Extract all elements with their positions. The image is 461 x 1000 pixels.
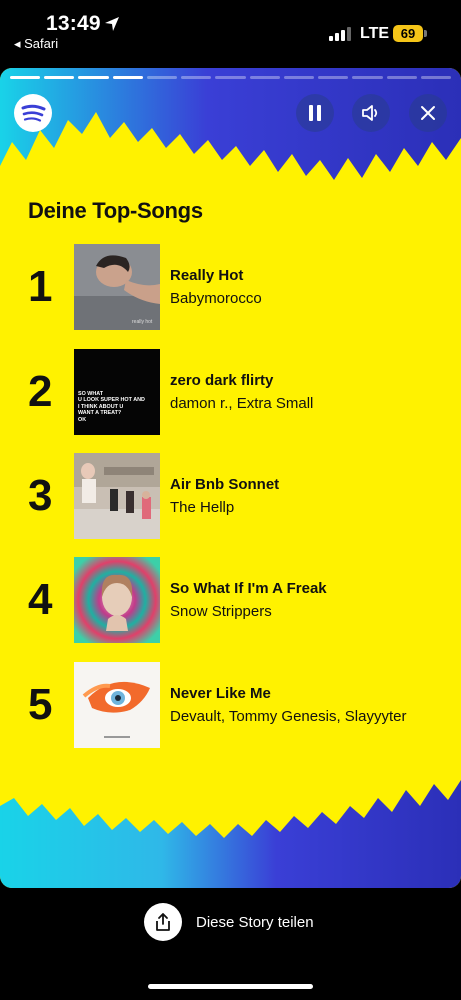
progress-segment: [249, 76, 280, 79]
sound-button[interactable]: [352, 94, 390, 132]
song-artist: Devault, Tommy Genesis, Slayyyter: [170, 708, 407, 725]
speaker-icon: [362, 105, 378, 121]
share-icon: [156, 913, 170, 931]
location-arrow-icon: [105, 17, 119, 31]
pause-icon: [309, 105, 321, 121]
list-item: 5 Never Like Me Devault, Tommy Genesis, …: [0, 662, 461, 748]
song-title: So What If I'm A Freak: [170, 580, 327, 597]
progress-segment: [215, 76, 246, 79]
battery-level: 69: [393, 25, 423, 42]
song-title: Air Bnb Sonnet: [170, 476, 280, 493]
list-item: 3 Air Bnb Sonnet The Hellp: [0, 453, 461, 539]
back-to-safari-link[interactable]: ◂ Safari: [14, 36, 58, 52]
song-rank: 2: [28, 367, 53, 416]
status-time: 13:49: [46, 12, 101, 35]
progress-segment: [181, 76, 212, 79]
bottom-zigzag-decoration: [0, 780, 461, 888]
album-cover: really hot: [74, 244, 160, 330]
list-item: 4 So What If I'm A Freak Snow Strippers: [0, 557, 461, 643]
song-title: Really Hot: [170, 267, 244, 284]
song-artist: Snow Strippers: [170, 603, 272, 620]
pause-button[interactable]: [296, 94, 334, 132]
list-item: 2 SO WHAT U LOOK SUPER HOT AND I THINK A…: [0, 349, 461, 435]
song-artist: Babymorocco: [170, 290, 262, 307]
song-title: zero dark flirty: [170, 372, 274, 389]
song-artist: The Hellp: [170, 499, 235, 516]
cover-caption: SO WHAT U LOOK SUPER HOT AND I THINK ABO…: [78, 391, 145, 423]
cover-caption: really hot: [132, 319, 153, 325]
progress-segment: [10, 76, 41, 79]
progress-segment: [386, 76, 417, 79]
cellular-signal-icon: [329, 27, 351, 41]
share-story-label[interactable]: Diese Story teilen: [196, 914, 314, 931]
close-button[interactable]: [409, 94, 447, 132]
progress-segment: [44, 76, 75, 79]
album-cover: SO WHAT U LOOK SUPER HOT AND I THINK ABO…: [74, 349, 160, 435]
close-icon: [421, 106, 435, 120]
story-card[interactable]: Deine Top-Songs 1 really hot Really Hot …: [0, 68, 461, 888]
song-rank: 5: [28, 680, 53, 729]
progress-segment: [283, 76, 315, 79]
song-artist: damon r., Extra Small: [170, 395, 314, 412]
progress-segment: [352, 76, 383, 79]
album-cover: [74, 557, 160, 643]
progress-segment: [420, 76, 452, 79]
progress-segment: [146, 76, 178, 79]
spotify-icon: [21, 104, 46, 122]
status-bar: 13:49 ◂ Safari LTE 69: [0, 0, 461, 60]
spotify-logo: [14, 94, 52, 132]
album-cover: [74, 662, 160, 748]
share-bar: Diese Story teilen: [0, 888, 461, 1000]
share-button[interactable]: [144, 903, 182, 941]
battery-tip: [424, 30, 427, 37]
song-rank: 3: [28, 471, 53, 520]
progress-segment: [112, 76, 143, 79]
song-rank: 4: [28, 575, 53, 624]
progress-segment: [78, 76, 109, 79]
story-heading: Deine Top-Songs: [28, 198, 203, 223]
song-title: Never Like Me: [170, 685, 271, 702]
story-progress: [10, 76, 452, 79]
album-cover: [74, 453, 160, 539]
home-indicator[interactable]: [148, 984, 313, 989]
song-rank: 1: [28, 262, 53, 311]
progress-segment: [318, 76, 349, 79]
network-type: LTE: [360, 25, 390, 42]
list-item: 1 really hot Really Hot Babymorocco: [0, 244, 461, 330]
